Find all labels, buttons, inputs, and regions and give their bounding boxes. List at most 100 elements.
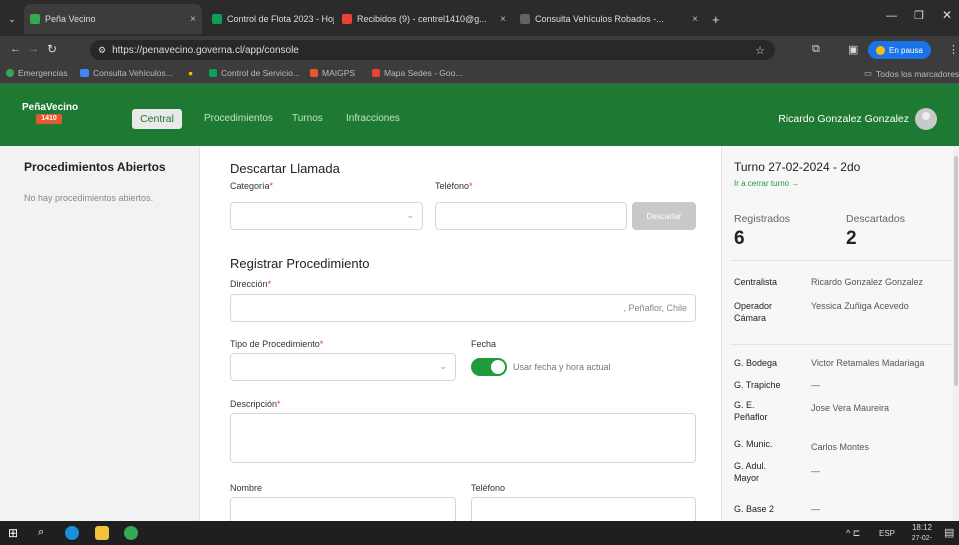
main-form-area: Descartar Llamada Categoría* Teléfono* ⌄…: [201, 146, 721, 521]
site-info-icon[interactable]: ⚙: [98, 45, 106, 56]
brand-sub: 1410: [36, 114, 62, 124]
direccion-label: Dirección*: [230, 279, 271, 289]
close-icon[interactable]: ×: [500, 14, 506, 25]
label-text: Categoría: [230, 181, 270, 191]
tipo-select[interactable]: ⌄: [230, 353, 456, 381]
staff-role: G. Trapiche: [734, 380, 781, 390]
profile-label: En pausa: [889, 45, 923, 55]
system-tray-icons[interactable]: ^ ⊏: [846, 528, 860, 539]
all-bookmarks[interactable]: ▭ Todos los marcadores: [864, 68, 959, 79]
url-text: https://penavecino.governa.cl/app/consol…: [112, 44, 299, 56]
nav-central[interactable]: Central: [132, 109, 182, 129]
divider: [730, 344, 954, 345]
bookmark-label: Todos los marcadores: [876, 68, 959, 79]
url-field[interactable]: ⚙ https://penavecino.governa.cl/app/cons…: [90, 40, 775, 60]
staff-role: G. E. Peñaflor: [734, 400, 768, 422]
staff-role: G. Bodega: [734, 358, 778, 368]
globe-icon: [520, 14, 530, 24]
bookmark-mapa-sedes[interactable]: Mapa Sedes - Goo...: [372, 68, 462, 78]
bookmark-control-servicio[interactable]: Control de Servicio...: [209, 68, 300, 78]
direccion-input[interactable]: , Peñaflor, Chile: [230, 294, 696, 322]
staff-role: Operador Cámara: [734, 301, 773, 323]
toggle-label: Usar fecha y hora actual: [513, 362, 611, 372]
menu-icon[interactable]: ⋮: [948, 43, 959, 56]
bookmarks-bar: Emergencias Consulta Vehículos... ● Cont…: [0, 64, 959, 84]
discard-button[interactable]: Descartar: [632, 202, 696, 230]
staff-role: G. Munic.: [734, 439, 773, 449]
page-scrollbar[interactable]: [953, 146, 959, 521]
discard-phone-input[interactable]: [435, 202, 627, 230]
label-text: Descripción: [230, 399, 278, 409]
windows-taskbar: ⊞ ⌕ ^ ⊏ ESP 18:12 27-02-2024 ▤: [0, 521, 959, 545]
close-icon[interactable]: ×: [190, 14, 196, 25]
restore-icon[interactable]: ❐: [914, 9, 924, 22]
contact-phone-input[interactable]: [471, 497, 696, 521]
clock[interactable]: 18:12 27-02-2024: [906, 523, 932, 545]
forward-icon[interactable]: →: [28, 43, 39, 55]
discarded-count: 2: [846, 228, 857, 249]
label-text: Teléfono: [435, 181, 470, 191]
tipo-label: Tipo de Procedimiento*: [230, 339, 323, 349]
edge-icon[interactable]: [65, 526, 79, 540]
staff-name: —: [811, 466, 820, 476]
sidepanel-icon[interactable]: ▣: [848, 43, 858, 56]
sheets-icon: [209, 69, 217, 77]
tab-consulta-vehiculos[interactable]: Consulta Vehículos Robados -... ×: [514, 4, 704, 34]
close-icon[interactable]: ×: [692, 14, 698, 25]
fecha-label: Fecha: [471, 339, 497, 349]
bookmark-label: Control de Servicio...: [221, 68, 300, 78]
required-mark: *: [277, 399, 281, 409]
nombre-input[interactable]: [230, 497, 456, 521]
user-name[interactable]: Ricardo Gonzalez Gonzalez: [778, 113, 909, 125]
nav-infracciones[interactable]: Infracciones: [346, 113, 400, 124]
staff-role: G. Adul. Mayor: [734, 461, 767, 483]
required-mark: *: [319, 339, 324, 349]
close-shift-link[interactable]: Ir a cerrar turno →: [734, 179, 799, 188]
tab-search-button[interactable]: ⌄: [4, 4, 20, 34]
new-tab-button[interactable]: +: [706, 4, 726, 34]
extensions-icon[interactable]: ⧉: [812, 43, 820, 56]
bookmark-emergencias[interactable]: Emergencias: [6, 68, 68, 78]
tab-control-flota[interactable]: Control de Flota 2023 - Hojas d... ×: [206, 4, 334, 34]
pin-icon: ●: [188, 68, 194, 78]
bookmark-location[interactable]: ●: [188, 68, 193, 78]
bookmark-maigps[interactable]: MAIGPS: [310, 68, 355, 78]
divider: [730, 260, 954, 261]
avatar: [876, 45, 885, 55]
discarded-label: Descartados: [846, 213, 905, 225]
language-indicator[interactable]: ESP: [879, 529, 895, 538]
tab-gmail[interactable]: Recibidos (9) - centrel1410@g... ×: [336, 4, 512, 34]
nav-turnos[interactable]: Turnos: [292, 113, 323, 124]
staff-name: —: [811, 380, 820, 390]
chrome-icon[interactable]: [124, 526, 138, 540]
use-current-date-toggle[interactable]: [471, 358, 507, 376]
chevron-down-icon: ⌄: [406, 210, 414, 220]
brand-logo[interactable]: PeñaVecino 1410: [22, 103, 78, 125]
bookmark-label: Mapa Sedes - Goo...: [384, 68, 463, 78]
scrollbar-thumb[interactable]: [954, 156, 958, 386]
file-explorer-icon[interactable]: [95, 526, 109, 540]
reload-icon[interactable]: ↻: [47, 42, 57, 56]
back-icon[interactable]: ←: [10, 43, 21, 55]
staff-name: Carlos Montes: [811, 442, 870, 452]
label-text: Tipo de Procedimiento: [230, 339, 320, 349]
bookmark-consulta-vehiculos[interactable]: Consulta Vehículos...: [80, 68, 173, 78]
search-icon[interactable]: ⌕: [38, 526, 44, 539]
telefono-label: Teléfono*: [435, 181, 473, 191]
windows-start-icon[interactable]: ⊞: [8, 526, 18, 540]
gmail-icon: [342, 14, 352, 24]
bookmark-star-icon[interactable]: ☆: [755, 44, 765, 57]
tab-pena-vecino[interactable]: Peña Vecino ×: [24, 4, 202, 34]
bookmark-label: MAIGPS: [322, 68, 356, 78]
profile-button[interactable]: En pausa: [868, 41, 931, 59]
minimize-icon[interactable]: —: [886, 10, 897, 22]
time: 18:12: [911, 523, 932, 532]
notifications-icon[interactable]: ▤: [944, 526, 954, 539]
nav-procedimientos[interactable]: Procedimientos: [204, 113, 273, 124]
categoria-select[interactable]: ⌄: [230, 202, 423, 230]
address-bar-row: ← → ↻ ⚙ https://penavecino.governa.cl/ap…: [0, 36, 959, 64]
close-window-icon[interactable]: ✕: [942, 8, 952, 22]
avatar[interactable]: [915, 108, 937, 130]
descripcion-textarea[interactable]: [230, 413, 696, 463]
app-navbar: PeñaVecino 1410 Central Procedimientos T…: [0, 84, 959, 146]
